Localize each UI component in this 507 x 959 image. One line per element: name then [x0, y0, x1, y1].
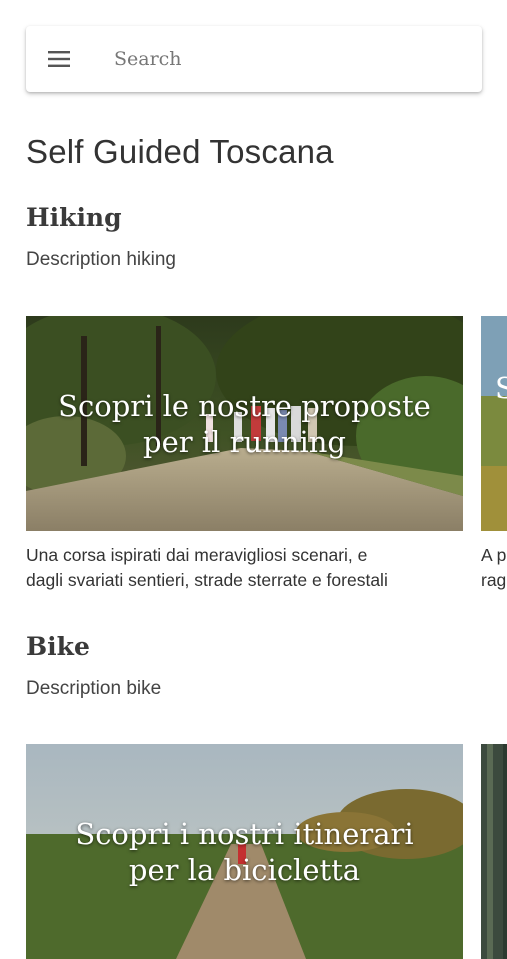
svg-text:S: S — [495, 371, 507, 405]
hamburger-menu-icon[interactable] — [30, 26, 90, 92]
card-overlay-title: Scopri i nostri itinerari per la bicicle… — [75, 816, 414, 887]
section-title-bike: Bike — [26, 632, 90, 661]
search-bar — [26, 26, 482, 92]
card-peek-image — [481, 744, 507, 959]
card-image-running: Scopri le nostre proposte per il running — [26, 316, 463, 531]
page-title: Self Guided Toscana — [26, 133, 334, 170]
card-overlay-title: Scopri le nostre proposte per il running — [58, 388, 431, 459]
card-peek-description: A p rag — [481, 545, 507, 590]
section-title-hiking: Hiking — [26, 203, 122, 232]
search-input[interactable] — [112, 47, 446, 71]
card-description: Una corsa ispirati dai meravigliosi scen… — [26, 545, 388, 590]
card-peek-image: S — [481, 316, 507, 531]
section-description-hiking: Description hiking — [26, 249, 176, 270]
section-description-bike: Description bike — [26, 678, 162, 699]
card-peek-next[interactable]: S A p rag — [481, 316, 507, 593]
card-image-bicycle: Scopri i nostri itinerari per la bicicle… — [26, 744, 463, 959]
card-running[interactable]: Scopri le nostre proposte per il running… — [26, 316, 463, 593]
card-peek-next-bike[interactable] — [481, 744, 507, 959]
card-bicycle[interactable]: Scopri i nostri itinerari per la bicicle… — [26, 744, 463, 959]
